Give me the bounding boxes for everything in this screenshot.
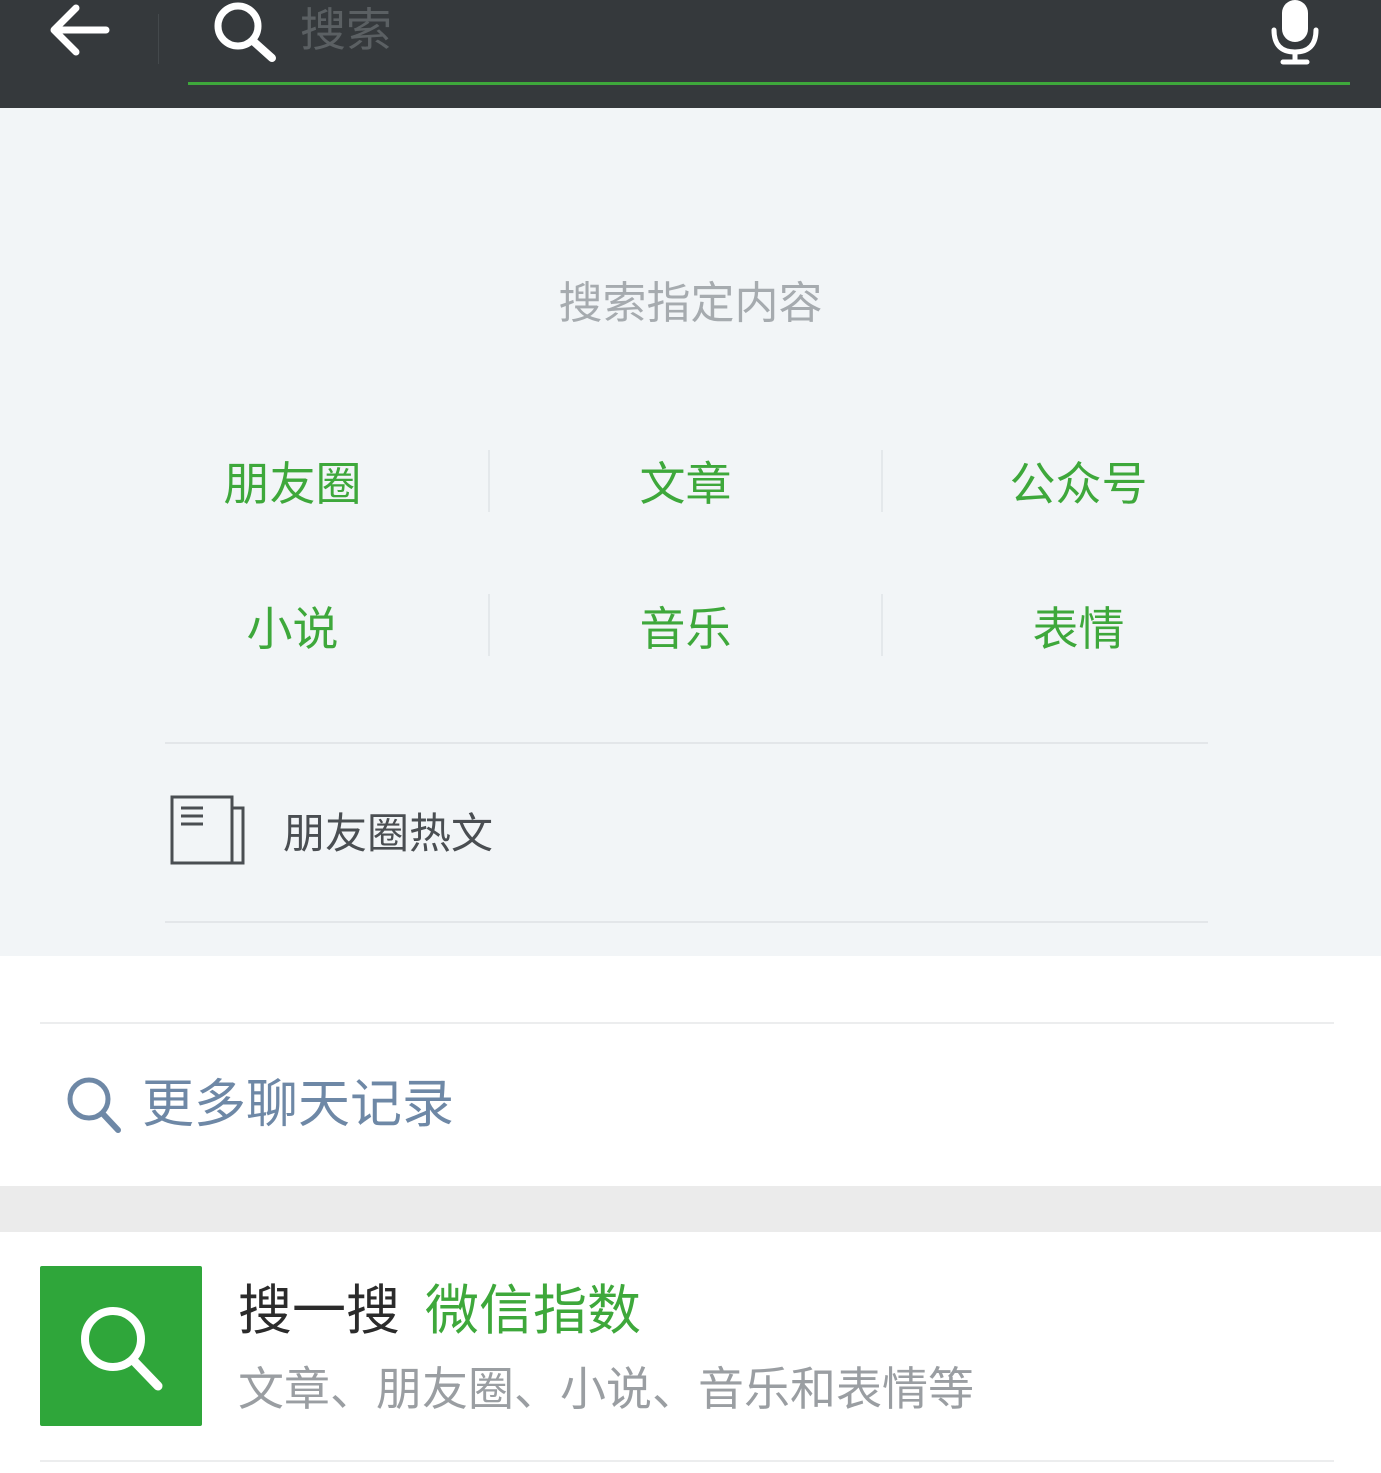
- category-music[interactable]: 音乐: [489, 553, 882, 698]
- panel-heading: 搜索指定内容: [558, 278, 823, 329]
- more-chat-history-button[interactable]: 更多聊天记录: [40, 1022, 1334, 1186]
- panel-divider: [165, 921, 1208, 923]
- more-chat-history-label: 更多聊天记录: [142, 1075, 455, 1135]
- category-novels[interactable]: 小说: [96, 553, 489, 698]
- souyisou-trending-keyword: 微信指数: [425, 1279, 641, 1342]
- section-separator: [0, 1186, 1381, 1232]
- souyisou-entry[interactable]: 搜一搜 微信指数 文章、朋友圈、小说、音乐和表情等: [40, 1232, 1334, 1462]
- microphone-icon: [1271, 0, 1319, 65]
- category-articles[interactable]: 文章: [489, 408, 882, 553]
- category-moments[interactable]: 朋友圈: [96, 408, 489, 553]
- search-scope-panel: 搜索指定内容 朋友圈 文章 公众号 小说 音乐 表情 朋友圈热文: [0, 108, 1381, 956]
- hot-articles-label: 朋友圈热文: [283, 809, 494, 858]
- category-divider: [488, 594, 490, 656]
- search-input[interactable]: [300, 0, 1220, 60]
- moments-hot-articles[interactable]: 朋友圈热文: [165, 744, 1208, 924]
- category-stickers[interactable]: 表情: [882, 553, 1275, 698]
- search-field[interactable]: [188, 0, 1350, 85]
- souyisou-tile: [40, 1266, 202, 1426]
- souyisou-subtitle: 文章、朋友圈、小说、音乐和表情等: [238, 1362, 974, 1416]
- search-icon: [67, 1077, 121, 1133]
- category-grid: 朋友圈 文章 公众号 小说 音乐 表情: [96, 408, 1274, 698]
- category-divider: [881, 450, 883, 512]
- category-divider: [881, 594, 883, 656]
- arrow-left-icon: [50, 4, 110, 56]
- back-button[interactable]: [40, 0, 120, 56]
- search-header: [0, 0, 1381, 108]
- newspaper-icon: [170, 795, 245, 865]
- voice-input-button[interactable]: [1268, 0, 1322, 66]
- header-divider: [158, 14, 159, 64]
- category-divider: [488, 450, 490, 512]
- search-icon: [81, 1307, 163, 1391]
- search-icon: [212, 0, 278, 64]
- souyisou-title: 搜一搜: [238, 1279, 400, 1342]
- category-official-accounts[interactable]: 公众号: [882, 408, 1275, 553]
